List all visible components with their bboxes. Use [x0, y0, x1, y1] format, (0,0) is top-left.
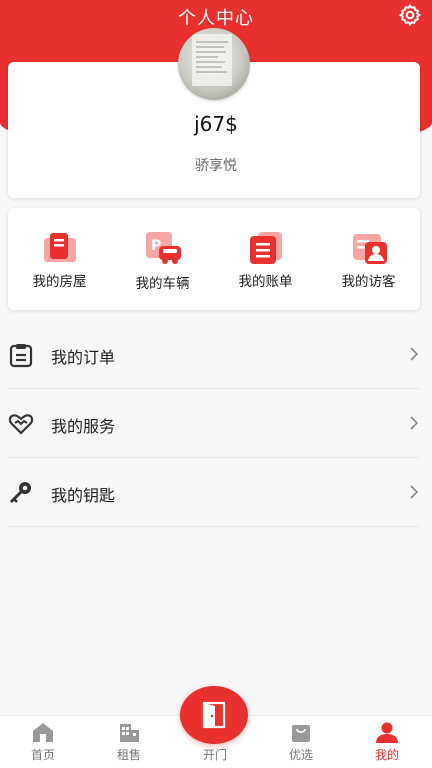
bill-icon: [250, 232, 282, 264]
chevron-right-icon: [410, 485, 419, 499]
gear-icon[interactable]: [398, 3, 422, 27]
menu-item-label: 我的订单: [51, 348, 116, 367]
page-title: 个人中心: [178, 8, 254, 29]
quick-action-bill[interactable]: 我的账单: [214, 208, 317, 310]
quick-action-house[interactable]: 我的房屋: [8, 208, 111, 310]
car-parking-icon: P: [146, 232, 181, 264]
home-icon: [33, 723, 53, 742]
tab-label: 首页: [30, 748, 55, 762]
building-icon: [120, 724, 139, 742]
divider: [8, 526, 420, 527]
chevron-right-icon: [410, 347, 419, 361]
menu-item-keys[interactable]: 我的钥匙: [0, 458, 432, 527]
visitor-icon: [353, 234, 387, 264]
tab-label: 优选: [288, 748, 313, 762]
heart-handshake-icon: [8, 414, 34, 435]
menu-item-orders[interactable]: 我的订单: [0, 320, 432, 389]
quick-action-car[interactable]: P 我的车辆: [111, 208, 214, 310]
quick-action-label: 我的房屋: [32, 274, 87, 290]
tab-label: 租售: [116, 748, 141, 762]
menu-item-services[interactable]: 我的服务: [0, 389, 432, 458]
username: j67$: [194, 112, 238, 136]
user-icon: [376, 722, 398, 743]
door-icon: [202, 701, 226, 729]
menu-list: 我的订单 我的服务 我的钥匙: [0, 320, 432, 527]
shopping-bag-icon: [292, 725, 310, 742]
quick-action-label: 我的车辆: [135, 276, 190, 292]
tab-rental[interactable]: 租售: [86, 716, 172, 768]
tab-home[interactable]: 首页: [0, 716, 86, 768]
tab-label: 我的: [374, 748, 399, 762]
menu-item-label: 我的服务: [51, 417, 116, 436]
tab-mine[interactable]: 我的: [344, 716, 430, 768]
avatar[interactable]: [178, 28, 250, 100]
chevron-right-icon: [410, 416, 419, 430]
house-icon: [44, 233, 76, 262]
open-door-button[interactable]: [180, 686, 248, 744]
quick-action-label: 我的访客: [341, 274, 396, 290]
key-icon: [9, 482, 31, 504]
quick-actions-card: 我的房屋 P 我的车辆 我的账单 我的访客: [8, 208, 420, 310]
quick-action-visitor[interactable]: 我的访客: [317, 208, 420, 310]
community-name: 骄享悦: [195, 158, 237, 174]
menu-item-label: 我的钥匙: [51, 486, 116, 505]
tab-selection[interactable]: 优选: [258, 716, 344, 768]
tab-label: 开门: [202, 748, 227, 762]
quick-action-label: 我的账单: [238, 274, 293, 290]
clipboard-icon: [9, 344, 33, 368]
